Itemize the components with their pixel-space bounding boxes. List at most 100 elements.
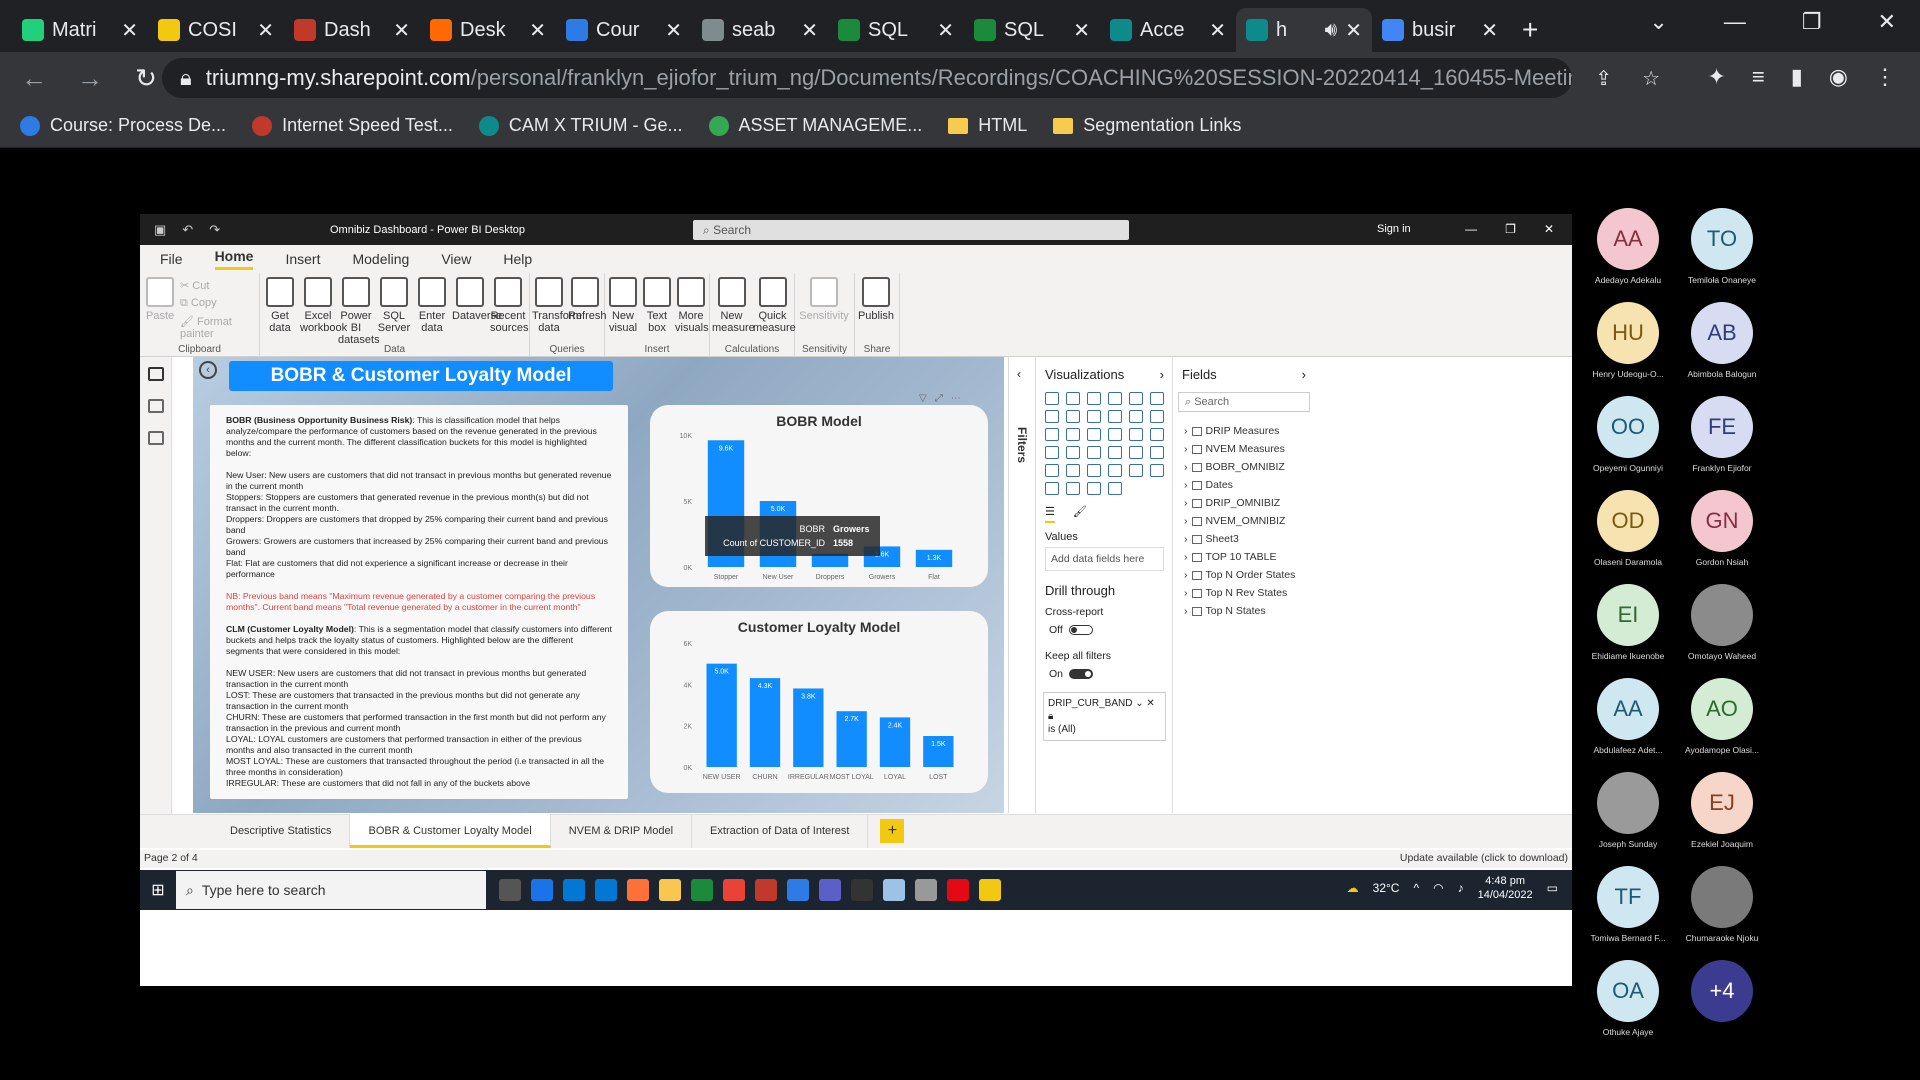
format-painter-button[interactable]: 🖌︎ Format painter bbox=[180, 315, 259, 340]
taskbar-app-icon[interactable] bbox=[627, 879, 649, 901]
tab-search-icon[interactable]: ⌄ bbox=[1649, 9, 1667, 35]
field-table-item[interactable]: › Dates bbox=[1174, 476, 1314, 494]
back-button-icon[interactable]: ‹ bbox=[199, 361, 217, 379]
participant-avatar[interactable] bbox=[1691, 866, 1753, 928]
publish-button[interactable]: Publish bbox=[857, 277, 895, 322]
copy-button[interactable]: ⧉ Copy bbox=[180, 297, 217, 310]
new-tab-icon[interactable]: + bbox=[1522, 14, 1538, 46]
field-table-item[interactable]: › BOBR_OMNIBIZ bbox=[1174, 458, 1314, 476]
visual-type-icon[interactable] bbox=[1045, 428, 1059, 441]
taskbar-search-input[interactable]: ⌕ Type here to search bbox=[176, 871, 486, 909]
format-paint-icon[interactable]: 🖌︎ bbox=[1073, 505, 1087, 523]
menu-insert[interactable]: Insert bbox=[285, 251, 320, 267]
field-table-item[interactable]: › NVEM_OMNIBIZ bbox=[1174, 512, 1314, 530]
pbi-restore-icon[interactable]: ❐ bbox=[1505, 222, 1516, 236]
close-tab-icon[interactable]: ✕ bbox=[1481, 18, 1498, 43]
field-table-item[interactable]: › DRIP Measures bbox=[1174, 422, 1314, 440]
bar[interactable] bbox=[749, 678, 781, 767]
sql-server-button[interactable]: SQL Server bbox=[376, 277, 412, 334]
taskbar-app-icon[interactable] bbox=[595, 879, 617, 901]
data-view-icon[interactable] bbox=[147, 399, 164, 413]
profile-avatar[interactable]: ◉ bbox=[1829, 64, 1848, 90]
focus-mode-icon[interactable]: ⤢ bbox=[935, 393, 943, 404]
visual-type-icon[interactable] bbox=[1045, 392, 1059, 405]
close-tab-icon[interactable]: ✕ bbox=[121, 18, 138, 43]
minimize-icon[interactable]: — bbox=[1724, 9, 1746, 35]
visual-type-icon[interactable] bbox=[1108, 410, 1122, 423]
visual-type-icon[interactable] bbox=[1150, 392, 1164, 405]
pbi-minimize-icon[interactable]: — bbox=[1465, 222, 1477, 236]
field-table-item[interactable]: › Top N Order States bbox=[1174, 566, 1314, 584]
sidepanel-icon[interactable]: ▮ bbox=[1791, 64, 1803, 90]
participant-avatar[interactable]: OA bbox=[1597, 960, 1659, 1022]
participant-avatar[interactable]: FE bbox=[1691, 396, 1753, 458]
visual-type-icon[interactable] bbox=[1045, 410, 1059, 423]
close-tab-icon[interactable]: ✕ bbox=[257, 18, 274, 43]
back-icon[interactable]: ← bbox=[12, 63, 56, 94]
close-window-icon[interactable]: ✕ bbox=[1878, 9, 1896, 35]
pbi-close-icon[interactable]: ✕ bbox=[1544, 222, 1554, 236]
remove-filter-icon[interactable]: ✕ bbox=[1146, 698, 1154, 709]
browser-tab[interactable]: Cour ✕ bbox=[556, 8, 692, 52]
visual-type-icon[interactable] bbox=[1066, 482, 1080, 495]
notifications-icon[interactable]: ▭ bbox=[1547, 881, 1558, 895]
collapse-icon[interactable]: ‹ bbox=[1017, 367, 1021, 381]
visual-type-icon[interactable] bbox=[1108, 446, 1122, 459]
participant-avatar[interactable]: EI bbox=[1597, 584, 1659, 646]
forward-icon[interactable]: → bbox=[68, 63, 112, 94]
expand-icon[interactable]: › bbox=[1160, 367, 1164, 382]
menu-modeling[interactable]: Modeling bbox=[352, 251, 409, 267]
close-tab-icon[interactable]: ✕ bbox=[1345, 18, 1362, 43]
filter-icon[interactable]: ▽ bbox=[919, 393, 927, 404]
participant-avatar[interactable]: TF bbox=[1597, 866, 1659, 928]
participant-avatar[interactable]: +4 bbox=[1691, 960, 1753, 1022]
tray-chevron-icon[interactable]: ^ bbox=[1413, 881, 1419, 895]
browser-tab[interactable]: Matri ✕ bbox=[12, 8, 148, 52]
participant-avatar[interactable]: OD bbox=[1597, 490, 1659, 552]
visual-type-icon[interactable] bbox=[1066, 428, 1080, 441]
browser-tab[interactable]: Desk ✕ bbox=[420, 8, 556, 52]
visual-type-icon[interactable] bbox=[1087, 428, 1101, 441]
chevron-down-icon[interactable]: ⌄ bbox=[1135, 698, 1143, 709]
close-tab-icon[interactable]: ✕ bbox=[529, 18, 546, 43]
excel-workbook-button[interactable]: Excel workbook bbox=[300, 277, 347, 334]
fields-search-input[interactable]: ⌕ Search bbox=[1178, 392, 1310, 412]
participant-avatar[interactable]: AB bbox=[1691, 302, 1753, 364]
browser-tab[interactable]: SQL ✕ bbox=[828, 8, 964, 52]
visual-type-icon[interactable] bbox=[1129, 446, 1143, 459]
undo-icon[interactable]: ↶ bbox=[182, 222, 193, 238]
field-table-item[interactable]: › TOP 10 TABLE bbox=[1174, 548, 1314, 566]
visual-type-icon[interactable] bbox=[1066, 464, 1080, 477]
sensitivity-button[interactable]: Sensitivity bbox=[799, 277, 849, 322]
extensions-icon[interactable]: ✦ bbox=[1707, 64, 1725, 90]
bobr-chart-card[interactable]: BOBR Model 0K 5K 10K 9.6K Stopper 5.0K New Use… bbox=[650, 405, 988, 587]
bookmark-item[interactable]: Course: Process De... bbox=[20, 115, 226, 136]
model-view-icon[interactable] bbox=[147, 431, 164, 445]
maximize-icon[interactable]: ❐ bbox=[1802, 9, 1822, 35]
add-fields-drop[interactable]: Add data fields here bbox=[1045, 547, 1164, 571]
visual-type-icon[interactable] bbox=[1129, 428, 1143, 441]
menu-view[interactable]: View bbox=[441, 251, 471, 267]
volume-icon[interactable]: ♪ bbox=[1458, 881, 1464, 895]
menu-help[interactable]: Help bbox=[503, 251, 532, 267]
participant-avatar[interactable] bbox=[1691, 584, 1753, 646]
visual-type-icon[interactable] bbox=[1045, 464, 1059, 477]
taskbar-app-icon[interactable] bbox=[499, 879, 521, 901]
page-tab[interactable]: Extraction of Data of Interest bbox=[692, 814, 869, 848]
close-tab-icon[interactable]: ✕ bbox=[937, 18, 954, 43]
visual-type-icon[interactable] bbox=[1108, 464, 1122, 477]
quick-measure-button[interactable]: Quick measure bbox=[753, 277, 796, 334]
visual-type-icon[interactable] bbox=[1150, 446, 1164, 459]
bookmark-item[interactable]: Segmentation Links bbox=[1053, 115, 1241, 136]
pbi-search-input[interactable]: ⌕ Search bbox=[693, 220, 1129, 240]
add-page-button[interactable]: + bbox=[880, 819, 905, 843]
audio-icon[interactable]: 🔊︎ bbox=[1325, 19, 1338, 42]
visual-type-icon[interactable] bbox=[1150, 428, 1164, 441]
text-box-button[interactable]: Text box bbox=[641, 277, 673, 334]
bookmark-item[interactable]: HTML bbox=[948, 115, 1027, 136]
save-icon[interactable]: ▣ bbox=[154, 222, 166, 238]
participant-avatar[interactable]: HU bbox=[1597, 302, 1659, 364]
close-tab-icon[interactable]: ✕ bbox=[1209, 18, 1226, 43]
taskbar-app-icon[interactable] bbox=[819, 879, 841, 901]
new-measure-button[interactable]: New measure bbox=[712, 277, 755, 334]
